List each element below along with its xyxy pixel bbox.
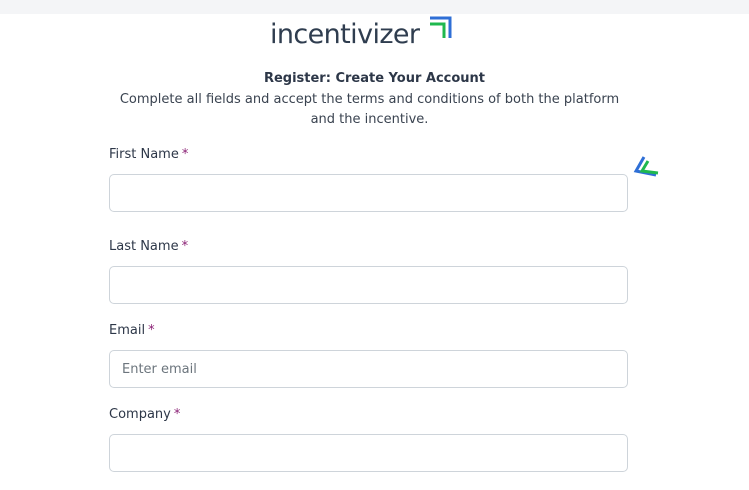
company-input[interactable] <box>109 434 628 472</box>
required-marker: * <box>148 323 155 338</box>
double-chevron-left-icon <box>633 156 659 177</box>
required-marker: * <box>181 147 189 162</box>
last-name-label-text: Last Name <box>109 239 179 254</box>
first-name-label-text: First Name <box>109 147 179 162</box>
email-input[interactable] <box>109 350 628 388</box>
page-title: Register: Create Your Account <box>263 71 486 86</box>
logo-arrow-icon <box>430 16 452 38</box>
last-name-label: Last Name * <box>109 238 188 256</box>
required-marker: * <box>181 239 189 254</box>
company-label: Company * <box>109 406 180 424</box>
company-label-text: Company <box>109 407 171 422</box>
top-bar <box>0 0 749 14</box>
page-subtitle: Complete all fields and accept the terms… <box>119 92 620 127</box>
first-name-label: First Name * <box>109 146 188 164</box>
email-label-text: Email <box>109 323 146 338</box>
incentivizer-logo: incentivizer <box>270 14 460 50</box>
first-name-input[interactable] <box>109 174 628 212</box>
logo-text: incentivizer <box>270 19 420 50</box>
last-name-input[interactable] <box>109 266 628 304</box>
required-marker: * <box>173 407 181 422</box>
email-label: Email * <box>109 322 155 340</box>
